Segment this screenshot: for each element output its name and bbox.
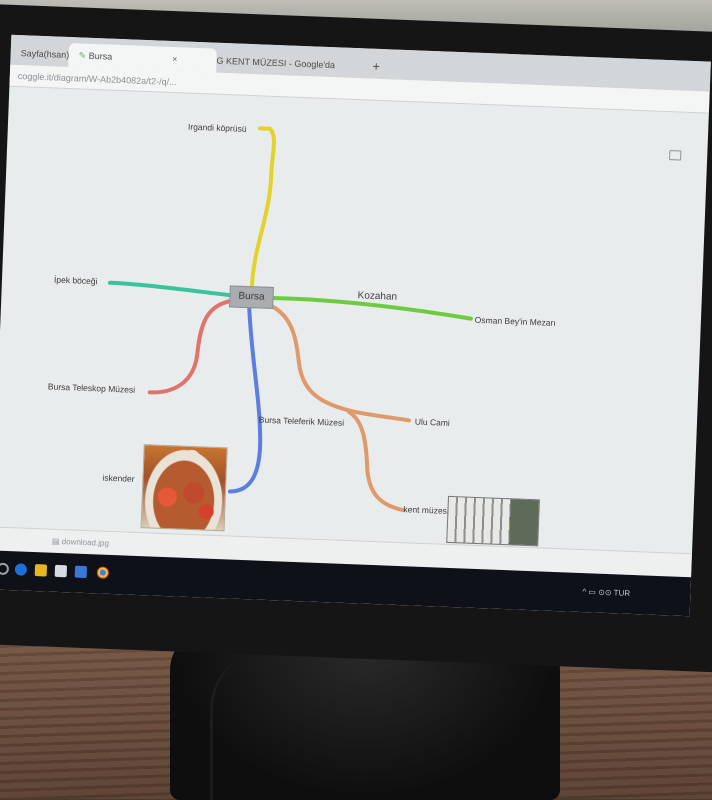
mindmap-root-node[interactable]: Bursa (229, 285, 274, 310)
branch-yellow (249, 126, 276, 291)
store-icon[interactable] (54, 564, 68, 578)
monitor-bezel: Sayfa(hsan) × ✎ Bursa × G KENT MÜZESI - G… (0, 3, 712, 673)
node-ipek-bocegi[interactable]: İpek böceği (54, 275, 98, 287)
mindmap-canvas[interactable]: Bursa Irgandi köprüsü İpek böceği Kozaha… (0, 87, 709, 554)
file-explorer-icon[interactable] (34, 564, 48, 577)
coggle-favicon-icon: ✎ (78, 50, 89, 61)
download-file-icon: ▤ (51, 536, 62, 547)
branch-blue (228, 304, 263, 494)
chrome-icon[interactable] (96, 566, 110, 579)
download-file-name[interactable]: download.jpg (62, 537, 109, 548)
monitor-cable (210, 650, 393, 800)
branch-orange (267, 302, 411, 423)
screen: Sayfa(hsan) × ✎ Bursa × G KENT MÜZESI - G… (0, 34, 711, 617)
tab-close-icon[interactable]: × (172, 54, 178, 64)
iskender-food-image[interactable] (140, 444, 228, 532)
branch-red (147, 298, 236, 395)
mail-icon[interactable] (74, 565, 88, 579)
edge-icon[interactable] (14, 563, 28, 576)
node-iskender[interactable]: iskender (102, 473, 135, 484)
node-kozahan[interactable]: Kozahan (357, 290, 397, 303)
new-tab-button[interactable]: + (362, 54, 390, 79)
cortana-icon[interactable] (0, 562, 10, 576)
node-ulu-cami[interactable]: Ulu Cami (415, 417, 450, 428)
mindmap-branches (107, 126, 473, 513)
system-tray[interactable]: ^ ▭ ⊙⊙ TUR (582, 587, 630, 598)
tab-label: Bursa (88, 50, 113, 62)
branch-orange-sub (347, 410, 406, 513)
node-kent-muzesi[interactable]: kent müzesi (403, 504, 449, 516)
kent-muzesi-building-image[interactable] (446, 495, 540, 547)
branch-teal (107, 280, 234, 298)
fullscreen-icon[interactable] (669, 150, 682, 161)
